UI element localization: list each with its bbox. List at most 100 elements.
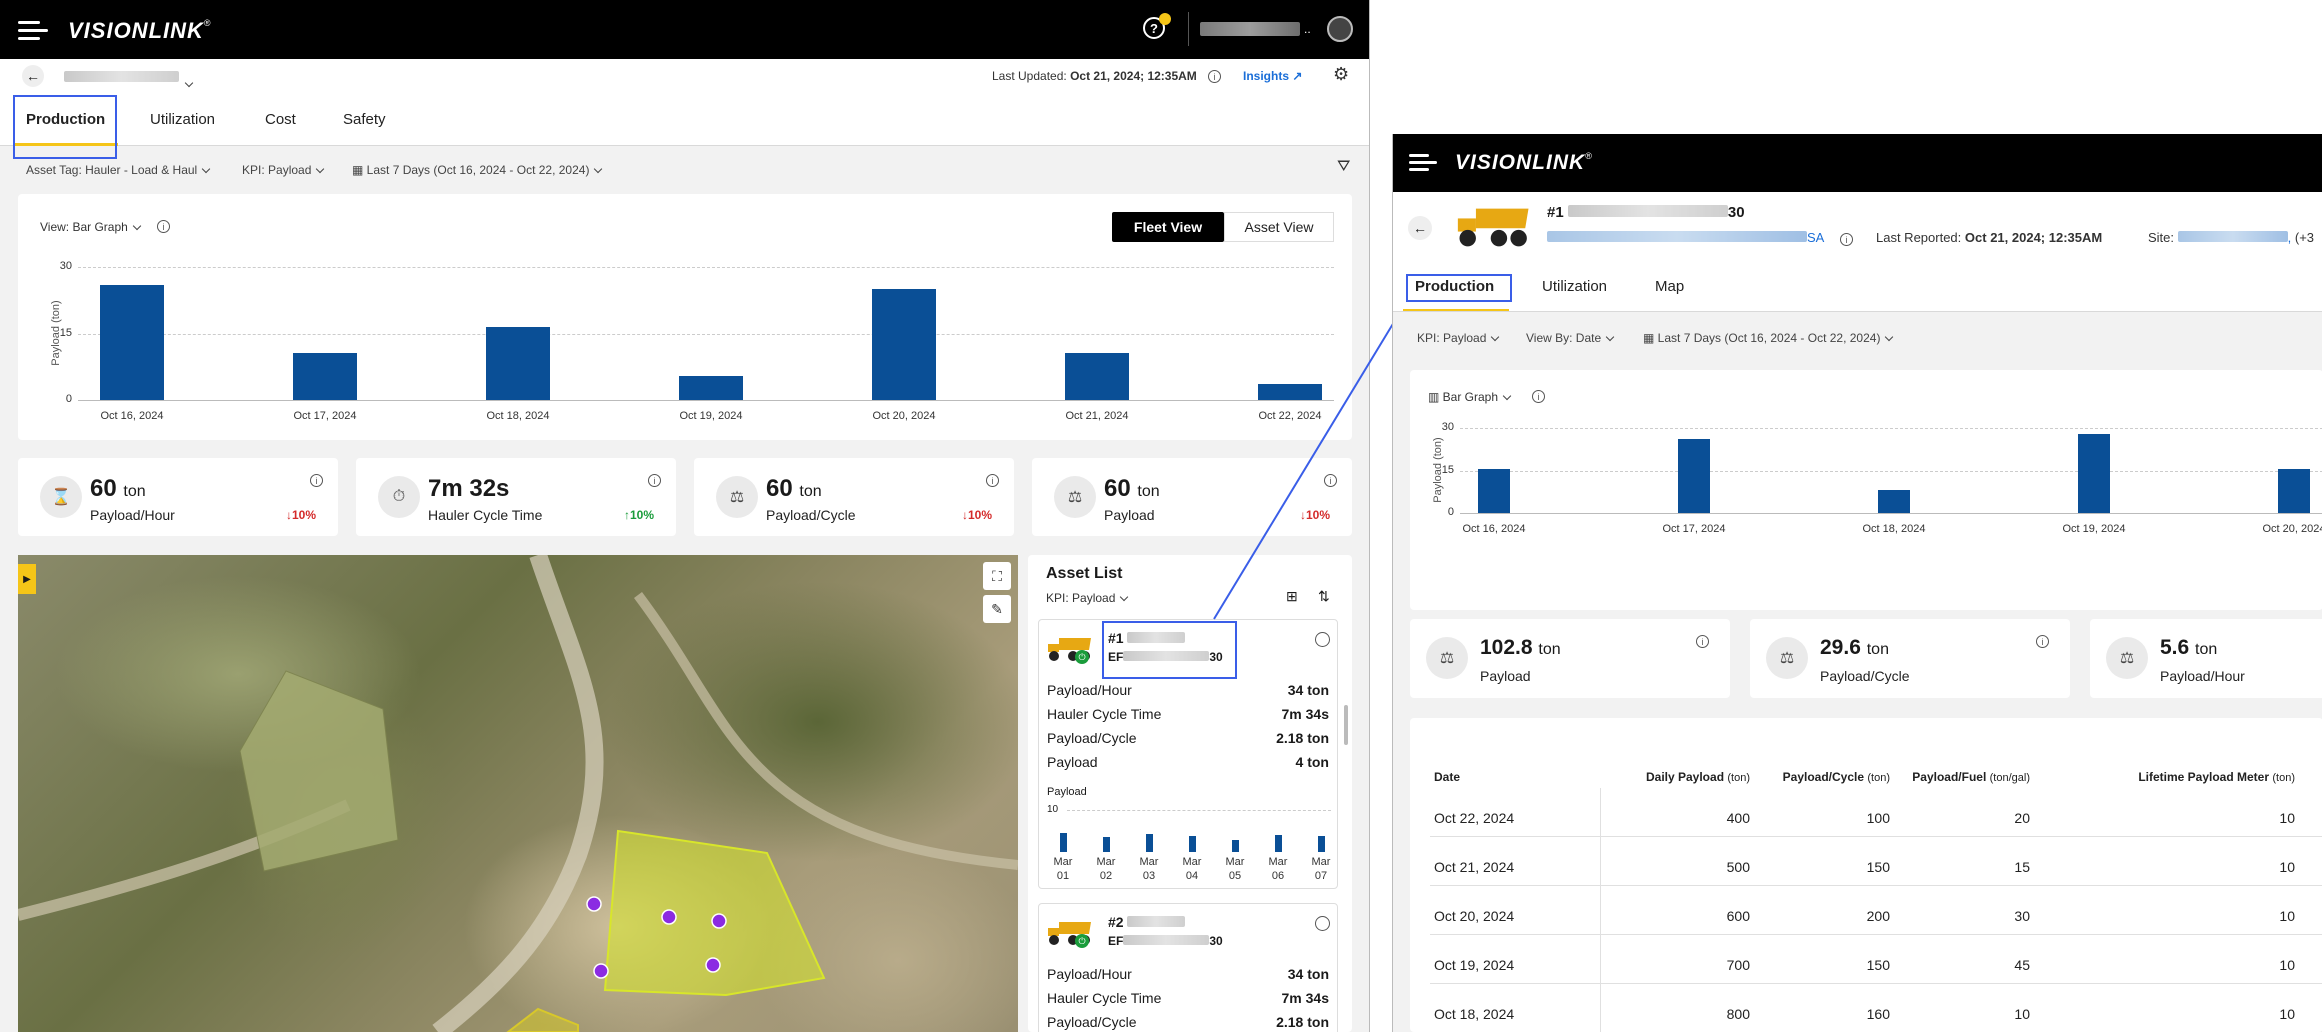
table-cell: 150: [1866, 859, 1890, 875]
bar[interactable]: [2278, 469, 2310, 513]
asset-bar-chart: 0 15 30 Payload (ton) Oct 16, 2024 Oct 17, 20…: [1410, 370, 2322, 610]
table-cell: 400: [1726, 810, 1750, 826]
y-axis-label: Payload (ton): [1432, 436, 1444, 503]
site-info: Site: , (+3: [2148, 230, 2315, 245]
x-tick-label: Oct 19, 2024: [2062, 523, 2126, 535]
column-header: Lifetime Payload Meter (ton): [2040, 770, 2295, 784]
table-cell: 150: [1866, 957, 1890, 973]
table-cell: 30: [2014, 908, 2030, 924]
gridline: [1460, 470, 2322, 472]
kpi-number: 102.8: [1480, 636, 1533, 659]
kpi-number: 5.6: [2160, 636, 2190, 659]
calendar-icon: ▦: [1643, 331, 1658, 345]
asset-chart-card: ▥ Bar Graph i 0 15 30 Payload (ton) Oct 16, …: [1410, 370, 2322, 610]
table-cell: 10: [2279, 859, 2295, 875]
production-table: Date Daily Payload (ton) Payload/Cycle (to…: [1410, 718, 2322, 1032]
date-range-filter[interactable]: ▦ Last 7 Days (Oct 16, 2024 - Oct 22, 20…: [1643, 331, 1894, 345]
column-header-label: Payload/Fuel: [1912, 770, 1987, 784]
table-cell: 15: [2014, 859, 2030, 875]
kpi-label: Payload/Hour: [2160, 668, 2245, 684]
column-header-label: Date: [1434, 770, 1461, 784]
kpi-value: 102.8 ton: [1480, 636, 1561, 660]
visionlink-logo: VISIONLINK®: [1455, 151, 1593, 174]
table-cell-date: Oct 22, 2024: [1434, 810, 1515, 826]
kpi-card: ⚖ 29.6 ton Payload/Cycle i: [1750, 619, 2070, 698]
table-cell: 100: [1866, 810, 1890, 826]
top-bar: VISIONLINK®: [1393, 134, 2322, 192]
bar[interactable]: [1678, 439, 1710, 513]
asset-header: ← #1 30 SA i Last Reported: Oct 21, 2024…: [1393, 192, 2322, 312]
hauler-truck-image: [1457, 208, 1529, 247]
divider: [1393, 311, 2322, 312]
kpi-unit: ton: [1866, 641, 1889, 658]
kpi-card: ⚖ 102.8 ton Payload i: [1410, 619, 1730, 698]
column-header-label: Payload/Cycle: [1782, 770, 1865, 784]
column-header: Payload/Fuel (ton/gal): [1900, 770, 2030, 784]
kpi-number: 29.6: [1820, 636, 1861, 659]
table-cell-date: Oct 18, 2024: [1434, 1006, 1515, 1022]
kpi-filter[interactable]: KPI: Payload: [1417, 331, 1500, 345]
view-by-filter[interactable]: View By: Date: [1526, 331, 1615, 345]
table-cell: 10: [2279, 1006, 2295, 1022]
column-header-label: Lifetime Payload Meter: [2138, 770, 2270, 784]
info-icon[interactable]: i: [2036, 635, 2049, 648]
x-tick-label: Oct 18, 2024: [1862, 523, 1926, 535]
bar[interactable]: [2078, 433, 2110, 513]
column-header[interactable]: Date: [1434, 770, 1594, 784]
row-divider: [1430, 983, 2322, 984]
table-cell: 600: [1726, 908, 1750, 924]
column-header-unit: (ton/gal): [1989, 772, 2030, 784]
tab-map[interactable]: Map: [1655, 278, 1684, 295]
bar[interactable]: [1878, 490, 1910, 513]
kpi-unit: ton: [1538, 641, 1561, 658]
table-cell: 800: [1726, 1006, 1750, 1022]
table-cell: 200: [1866, 908, 1890, 924]
x-tick-label: Oct 20, 2024: [2262, 523, 2322, 535]
info-icon[interactable]: i: [1696, 635, 1709, 648]
asset-name: #1 30: [1547, 204, 1745, 221]
kpi-icon: ⚖: [2106, 637, 2148, 679]
kpi-unit: ton: [2195, 641, 2218, 658]
table-cell-date: Oct 20, 2024: [1434, 908, 1515, 924]
column-header: Daily Payload (ton): [1610, 770, 1750, 784]
table-cell: 45: [2014, 957, 2030, 973]
back-arrow-icon[interactable]: ←: [1408, 216, 1432, 240]
table-cell: 10: [2279, 957, 2295, 973]
column-header-unit: (ton): [1867, 772, 1890, 784]
row-divider: [1430, 836, 2322, 837]
row-divider: [1430, 885, 2322, 886]
kpi-label: Payload/Cycle: [1820, 668, 1910, 684]
column-header-unit: (ton): [2272, 772, 2295, 784]
kpi-icon: ⚖: [1766, 637, 1808, 679]
table-cell: 160: [1866, 1006, 1890, 1022]
menu-icon[interactable]: [1409, 154, 1437, 174]
asset-production-panel: VISIONLINK® ← #1 30 SA i Last Reported: …: [1392, 134, 2322, 1032]
row-divider: [1430, 934, 2322, 935]
gridline: [1460, 428, 2322, 429]
table-cell: 500: [1726, 859, 1750, 875]
x-tick-label: Oct 16, 2024: [1462, 523, 1526, 535]
table-cell: 10: [2014, 1006, 2030, 1022]
column-header: Payload/Cycle (ton): [1760, 770, 1890, 784]
asset-location-link[interactable]: SA: [1547, 230, 1824, 245]
kpi-card: ⚖5.6 tonPayload/Houri: [2090, 619, 2322, 698]
column-header-unit: (ton): [1727, 772, 1750, 784]
highlight-box-production-tab: [1406, 274, 1512, 302]
kpi-label: Payload: [1480, 668, 1531, 684]
last-reported: Last Reported: Oct 21, 2024; 12:35AM: [1876, 230, 2103, 245]
table-cell: 10: [2279, 810, 2295, 826]
table-cell-date: Oct 19, 2024: [1434, 957, 1515, 973]
info-icon[interactable]: i: [1840, 233, 1853, 246]
kpi-icon: ⚖: [1426, 637, 1468, 679]
column-header-label: Daily Payload: [1645, 770, 1725, 784]
kpi-value: 29.6 ton: [1820, 636, 1889, 660]
table-cell: 10: [2279, 908, 2295, 924]
gridline: [1460, 513, 2322, 514]
bar[interactable]: [1478, 469, 1510, 513]
column-divider: [1600, 788, 1601, 1032]
kpi-value: 5.6 ton: [2160, 636, 2217, 660]
tab-utilization[interactable]: Utilization: [1542, 278, 1607, 295]
table-cell: 700: [1726, 957, 1750, 973]
table-cell-date: Oct 21, 2024: [1434, 859, 1515, 875]
table-cell: 20: [2014, 810, 2030, 826]
